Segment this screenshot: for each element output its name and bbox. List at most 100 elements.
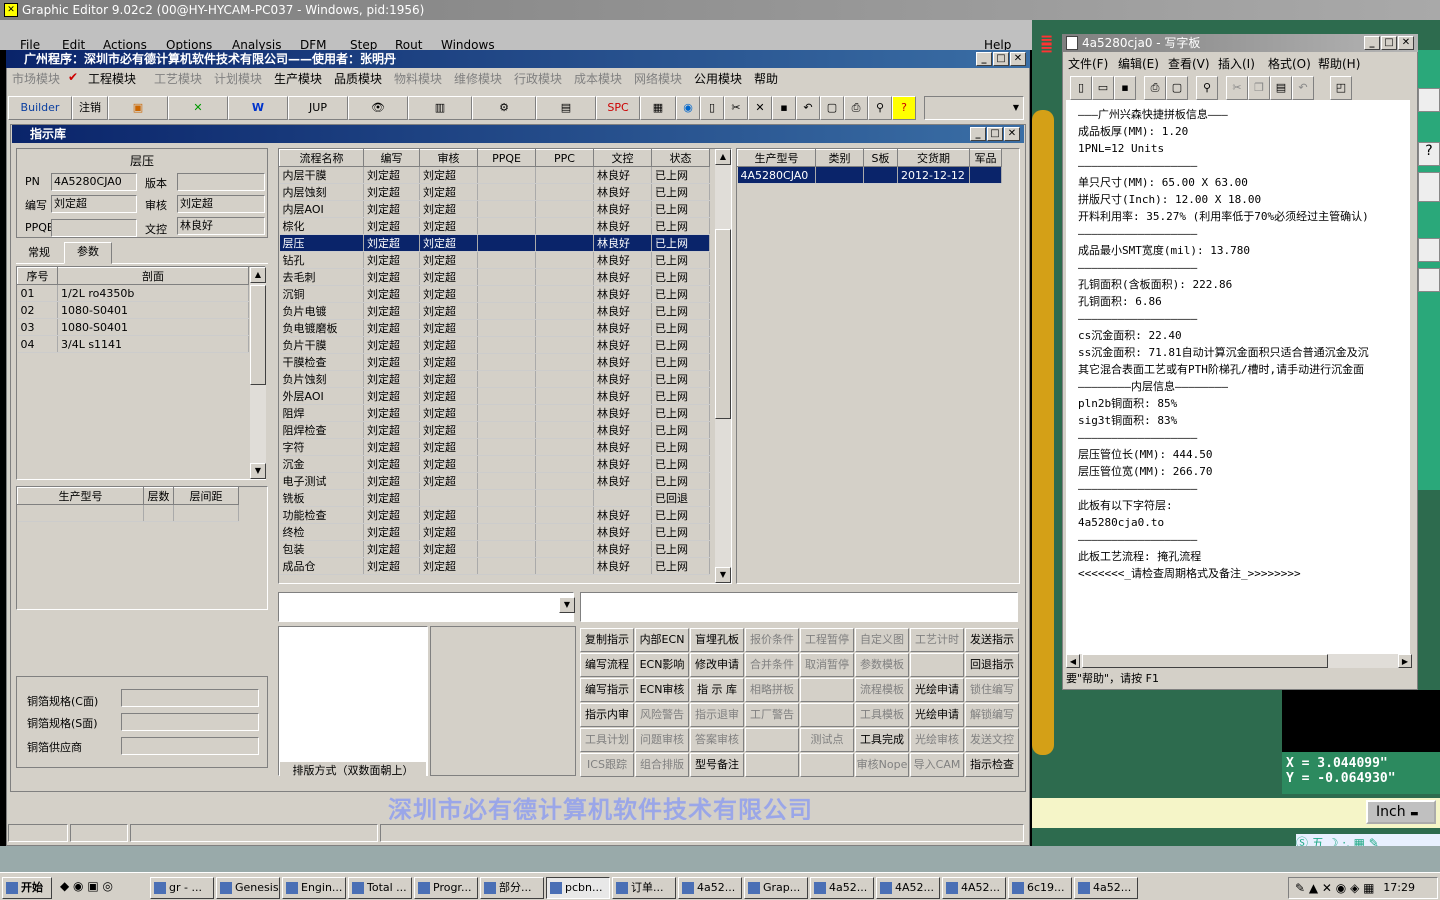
taskbar-item[interactable]: Engin...: [282, 877, 346, 899]
action-button[interactable]: 流程模板: [855, 678, 909, 702]
action-button[interactable]: 复制指示: [580, 628, 634, 652]
taskbar-item[interactable]: 6c19...: [1008, 877, 1072, 899]
action-button[interactable]: 工厂警告: [745, 703, 799, 727]
copper-c-field[interactable]: [121, 689, 259, 707]
flow-scroll-down-icon[interactable]: ▼: [715, 567, 731, 583]
menu-network[interactable]: 网络模块: [634, 70, 682, 87]
table-row[interactable]: 02 1080-S0401: [17, 301, 249, 319]
action-button[interactable]: 工具完成: [855, 728, 909, 752]
table-row[interactable]: 包装 刘定超 刘定超 林良好 已上网: [279, 540, 710, 558]
action-button[interactable]: 光绘申请: [910, 703, 964, 727]
column-header[interactable]: 生产型号: [737, 149, 816, 167]
wp-scroll-left-icon[interactable]: ◀: [1066, 654, 1080, 668]
new-file-icon[interactable]: ▯: [700, 96, 724, 120]
action-button[interactable]: 自定义图: [855, 628, 909, 652]
column-header[interactable]: PPC: [535, 149, 594, 167]
column-header[interactable]: S板: [863, 149, 898, 167]
menu-material[interactable]: 物料模块: [394, 70, 442, 87]
copper-s-field[interactable]: [121, 713, 259, 731]
builder-button[interactable]: Builder: [8, 96, 72, 120]
action-button[interactable]: 参数模板: [855, 653, 909, 677]
table-row[interactable]: 棕化 刘定超 刘定超 林良好 已上网: [279, 217, 710, 235]
save-icon[interactable]: ▪: [772, 96, 796, 120]
network-icon[interactable]: ⚙: [472, 96, 536, 120]
wp-menu-view[interactable]: 查看(V): [1168, 55, 1210, 72]
taskbar-item[interactable]: 部分...: [480, 877, 544, 899]
wp-print-icon[interactable]: ⎙: [1144, 76, 1166, 100]
toolbar-combo[interactable]: ▼: [924, 96, 1024, 120]
action-button[interactable]: [910, 653, 964, 677]
action-button[interactable]: 相略拼板: [745, 678, 799, 702]
action-button[interactable]: [800, 753, 854, 777]
taskbar-item[interactable]: 4a52...: [678, 877, 742, 899]
menu-market[interactable]: 市场模块: [12, 70, 60, 87]
action-button[interactable]: 内部ECN: [635, 628, 689, 652]
flow-scrollbar[interactable]: ▲ ▼: [715, 149, 731, 583]
pn-field[interactable]: 4A5280CJA0: [51, 173, 137, 191]
wp-menu-help[interactable]: 帮助(H): [1318, 55, 1360, 72]
taskbar-item[interactable]: Genesis: [216, 877, 280, 899]
wp-close-button[interactable]: ✕: [1398, 36, 1414, 50]
taskbar-item[interactable]: Grap...: [744, 877, 808, 899]
action-button[interactable]: [745, 728, 799, 752]
table-row[interactable]: 字符 刘定超 刘定超 林良好 已上网: [279, 438, 710, 456]
flow-combo[interactable]: ▼: [278, 592, 575, 622]
action-button[interactable]: 风险警告: [635, 703, 689, 727]
action-button[interactable]: 型号备注: [690, 753, 744, 777]
scroll-down-icon[interactable]: ▼: [250, 463, 266, 479]
table-row[interactable]: 内层AOI 刘定超 刘定超 林良好 已上网: [279, 200, 710, 218]
tray-icons[interactable]: ✎ ▲ ✕ ◉ ◈ ▦: [1295, 878, 1374, 898]
table-row[interactable]: 01 1/2L ro4350b: [17, 284, 249, 302]
inner-close-button[interactable]: ✕: [1004, 127, 1020, 141]
flow-scroll-up-icon[interactable]: ▲: [715, 149, 731, 165]
table-row[interactable]: 成品仓 刘定超 刘定超 林良好 已上网: [279, 557, 710, 575]
action-button[interactable]: 编写流程: [580, 653, 634, 677]
column-header[interactable]: 类别: [815, 149, 864, 167]
menu-public[interactable]: 公用模块: [694, 70, 742, 87]
table-row[interactable]: 负片电镀 刘定超 刘定超 林良好 已上网: [279, 302, 710, 320]
table-row[interactable]: 4A5280CJA0 2012-12-12: [737, 166, 1002, 184]
menu-quality[interactable]: 品质模块: [334, 70, 382, 87]
menu-production[interactable]: 生产模块: [274, 70, 322, 87]
table-row[interactable]: 功能检查 刘定超 刘定超 林良好 已上网: [279, 506, 710, 524]
minimize-button[interactable]: _: [976, 52, 992, 66]
table-row[interactable]: 内层蚀刻 刘定超 刘定超 林良好 已上网: [279, 183, 710, 201]
col-layers[interactable]: 层数: [143, 487, 174, 505]
table-row[interactable]: 04 3/4L s1141: [17, 335, 249, 353]
action-button[interactable]: 问题审核: [635, 728, 689, 752]
column-header[interactable]: 审核: [419, 149, 478, 167]
table-row[interactable]: 钻孔 刘定超 刘定超 林良好 已上网: [279, 251, 710, 269]
table-row[interactable]: 沉金 刘定超 刘定超 林良好 已上网: [279, 455, 710, 473]
action-button[interactable]: 工具模板: [855, 703, 909, 727]
action-button[interactable]: 答案审核: [690, 728, 744, 752]
printer-icon[interactable]: ▤: [536, 96, 596, 120]
column-header[interactable]: 状态: [651, 149, 710, 167]
taskbar-item[interactable]: 4A52...: [942, 877, 1006, 899]
action-button[interactable]: 盲埋孔板: [690, 628, 744, 652]
column-header[interactable]: 交货期: [897, 149, 970, 167]
action-button[interactable]: ECN审核: [635, 678, 689, 702]
action-button[interactable]: 光绘申请: [910, 678, 964, 702]
excel-icon[interactable]: ✕: [168, 96, 228, 120]
action-button[interactable]: 取消暂停: [800, 653, 854, 677]
taskbar-item[interactable]: 订单...: [612, 877, 676, 899]
table-row[interactable]: 沉铜 刘定超 刘定超 林良好 已上网: [279, 285, 710, 303]
wp-scroll-right-icon[interactable]: ▶: [1398, 654, 1412, 668]
action-button[interactable]: 工艺计时: [910, 628, 964, 652]
table-row[interactable]: 层压 刘定超 刘定超 林良好 已上网: [279, 234, 710, 252]
wp-undo-icon[interactable]: ↶: [1292, 76, 1314, 100]
combo-arrow-icon[interactable]: ▼: [559, 597, 575, 613]
wp-minimize-button[interactable]: _: [1364, 36, 1380, 50]
wp-menu-format[interactable]: 格式(O): [1268, 55, 1311, 72]
start-button[interactable]: 开始: [2, 877, 52, 899]
menu-help[interactable]: 帮助: [754, 70, 778, 87]
wp-maximize-button[interactable]: □: [1381, 36, 1397, 50]
menu-maintenance[interactable]: 维修模块: [454, 70, 502, 87]
taskbar-item[interactable]: 4A52...: [876, 877, 940, 899]
cut-icon[interactable]: ✂: [724, 96, 748, 120]
action-button[interactable]: 发送指示: [965, 628, 1019, 652]
taskbar-item[interactable]: Progr...: [414, 877, 478, 899]
table-row[interactable]: 终检 刘定超 刘定超 林良好 已上网: [279, 523, 710, 541]
copper-supplier-field[interactable]: [121, 737, 259, 755]
col-model[interactable]: 生产型号: [17, 487, 144, 505]
